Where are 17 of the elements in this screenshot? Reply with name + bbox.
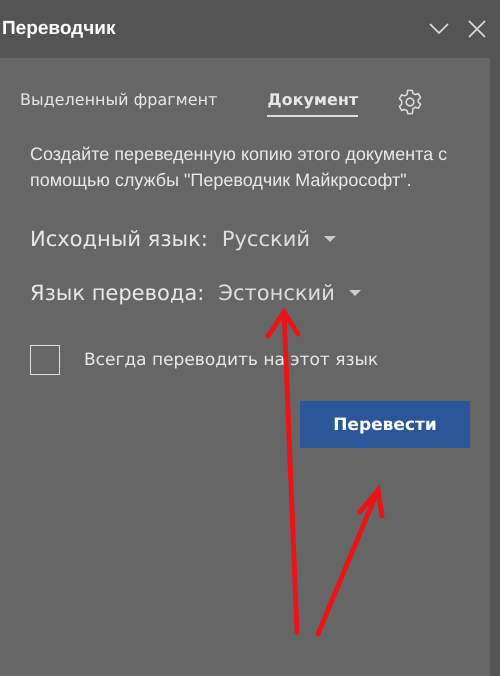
chevron-down-icon bbox=[429, 23, 449, 35]
settings-icon bbox=[396, 88, 424, 116]
tab[interactable]: Документ bbox=[267, 86, 358, 117]
caret-icon bbox=[348, 290, 361, 296]
language-dropdown[interactable]: Эстонский bbox=[218, 281, 361, 305]
translate-button[interactable]: Перевести bbox=[300, 401, 470, 448]
language-label: Язык перевода: bbox=[30, 281, 204, 305]
close-icon bbox=[468, 20, 486, 38]
window-title: Переводчик bbox=[2, 18, 116, 40]
language-label: Исходный язык: bbox=[30, 227, 208, 251]
checkbox[interactable] bbox=[30, 345, 60, 375]
language-dropdown[interactable]: Русский bbox=[222, 227, 336, 251]
checkbox-label: Всегда переводить на этот язык bbox=[84, 350, 378, 370]
caret-icon bbox=[324, 236, 336, 242]
tab[interactable]: Выделенный фрагмент bbox=[20, 86, 218, 117]
description-text: Создайте переведенную копию этого документа с помощью службы "Переводчик Майкрософт". bbox=[30, 143, 448, 192]
settings-button[interactable] bbox=[396, 88, 424, 116]
